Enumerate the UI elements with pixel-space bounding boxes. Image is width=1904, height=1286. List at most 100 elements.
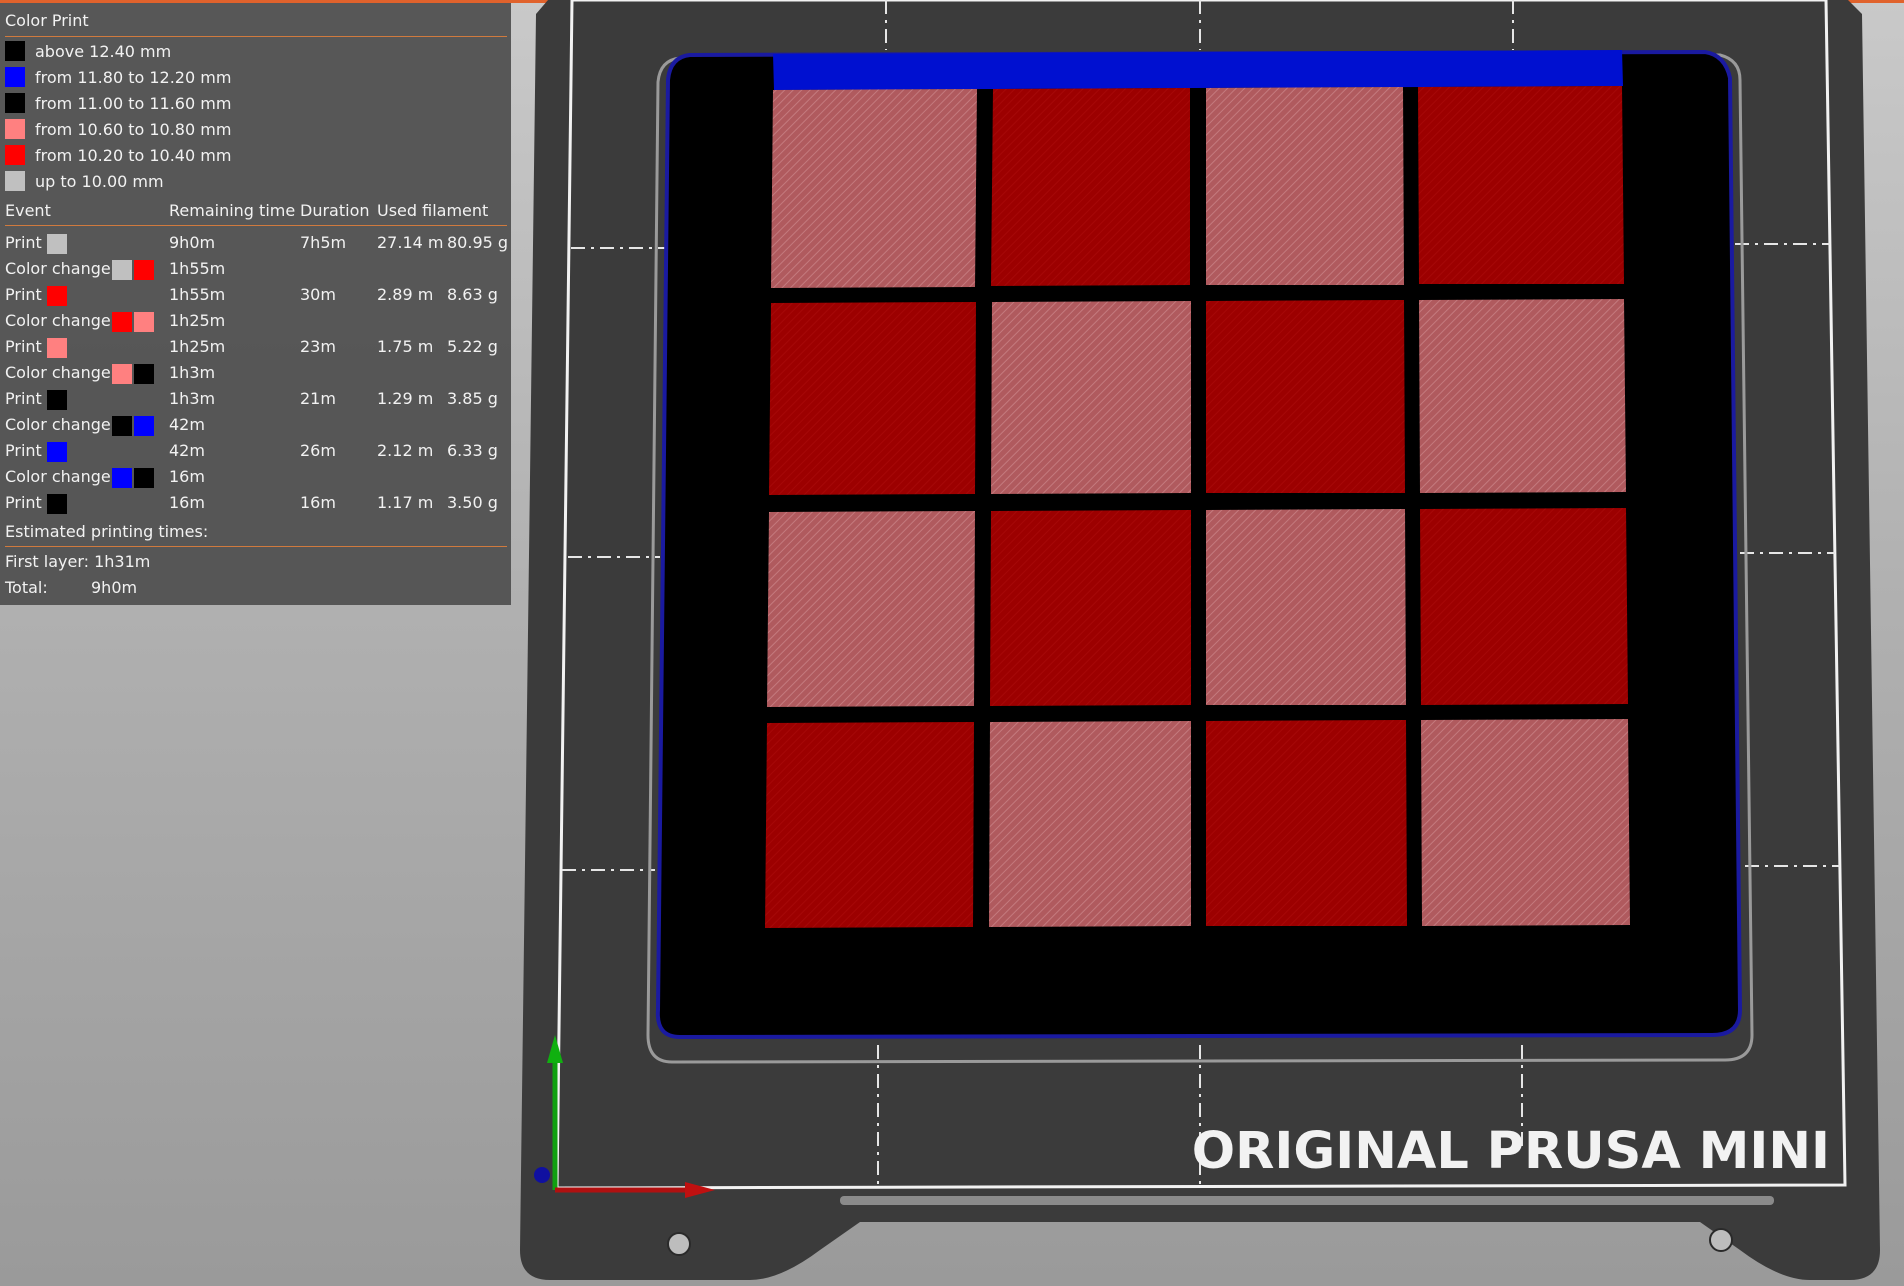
event-meters: 1.17 m bbox=[377, 493, 434, 512]
event-row: Print 9h0m 7h5m 27.14 m 80.95 g bbox=[0, 231, 511, 257]
event-color-swatch bbox=[47, 442, 67, 462]
legend-item: up to 10.00 mm bbox=[5, 169, 164, 193]
event-meters: 1.75 m bbox=[377, 337, 434, 356]
tile bbox=[989, 721, 1191, 927]
legend-item: from 10.60 to 10.80 mm bbox=[5, 117, 231, 141]
event-duration: 16m bbox=[300, 493, 336, 512]
event-remaining: 1h3m bbox=[169, 389, 216, 408]
event-color-swatch bbox=[134, 364, 154, 384]
estimated-times-title: Estimated printing times: bbox=[5, 522, 209, 541]
event-color-swatch bbox=[47, 338, 67, 358]
tile bbox=[1206, 720, 1407, 926]
event-remaining: 42m bbox=[169, 441, 205, 460]
bed-rail bbox=[840, 1196, 1774, 1205]
event-color-swatch bbox=[112, 312, 132, 332]
tile bbox=[1206, 87, 1404, 285]
event-duration: 26m bbox=[300, 441, 336, 460]
total-time-value: 9h0m bbox=[91, 578, 138, 597]
legend-item: above 12.40 mm bbox=[5, 39, 171, 63]
event-row: Color change 1h3m bbox=[0, 361, 511, 387]
event-row: Print 1h25m 23m 1.75 m 5.22 g bbox=[0, 335, 511, 361]
legend-swatch bbox=[5, 41, 25, 61]
tile bbox=[991, 88, 1190, 286]
event-color-swatch bbox=[47, 234, 67, 254]
event-name: Color change bbox=[5, 311, 111, 330]
legend-item: from 11.00 to 11.60 mm bbox=[5, 91, 231, 115]
event-row: Color change 16m bbox=[0, 465, 511, 491]
event-remaining: 16m bbox=[169, 493, 205, 512]
tile bbox=[769, 302, 976, 495]
event-color-swatch bbox=[134, 416, 154, 436]
event-color-swatch bbox=[112, 468, 132, 488]
event-name: Print bbox=[5, 493, 42, 512]
event-color-swatch bbox=[134, 312, 154, 332]
bed-brand-label: ORIGINAL PRUSA MINI bbox=[1192, 1122, 1830, 1181]
event-name: Color change bbox=[5, 467, 111, 486]
event-row: Print 1h3m 21m 1.29 m 3.85 g bbox=[0, 387, 511, 413]
legend-label: above 12.40 mm bbox=[35, 41, 172, 61]
panel-divider bbox=[5, 36, 507, 37]
event-row: Color change 1h55m bbox=[0, 257, 511, 283]
legend-item: from 10.20 to 10.40 mm bbox=[5, 143, 231, 167]
event-name: Print bbox=[5, 389, 42, 408]
legend-label: from 10.60 to 10.80 mm bbox=[35, 119, 232, 139]
event-row: Print 16m 16m 1.17 m 3.50 g bbox=[0, 491, 511, 517]
event-remaining: 1h25m bbox=[169, 311, 226, 330]
event-name: Color change bbox=[5, 415, 111, 434]
event-remaining: 42m bbox=[169, 415, 205, 434]
tile bbox=[990, 510, 1191, 706]
tile bbox=[771, 89, 977, 288]
legend-swatch bbox=[5, 93, 25, 113]
event-row: Print 42m 26m 2.12 m 6.33 g bbox=[0, 439, 511, 465]
event-grams: 80.95 g bbox=[447, 233, 509, 252]
header-used-filament: Used filament bbox=[377, 201, 489, 220]
total-time-label: Total: bbox=[5, 578, 48, 597]
event-row: Print 1h55m 30m 2.89 m 8.63 g bbox=[0, 283, 511, 309]
color-print-panel: Color Print above 12.40 mm from 11.80 to… bbox=[0, 3, 511, 605]
event-grams: 6.33 g bbox=[447, 441, 498, 460]
tile bbox=[1419, 299, 1626, 493]
tile bbox=[767, 511, 975, 707]
bed-screw-hole bbox=[1709, 1228, 1733, 1252]
panel-divider bbox=[5, 546, 507, 547]
event-name: Color change bbox=[5, 363, 111, 382]
event-meters: 2.89 m bbox=[377, 285, 434, 304]
first-layer-time: First layer: 1h31m bbox=[5, 552, 151, 571]
event-duration: 30m bbox=[300, 285, 336, 304]
event-remaining: 1h25m bbox=[169, 337, 226, 356]
event-color-swatch bbox=[112, 260, 132, 280]
event-name: Print bbox=[5, 285, 42, 304]
panel-divider bbox=[5, 225, 507, 226]
event-color-swatch bbox=[47, 494, 67, 514]
header-remaining-time: Remaining time bbox=[169, 201, 296, 220]
event-color-swatch bbox=[134, 260, 154, 280]
event-color-swatch bbox=[47, 390, 67, 410]
tile bbox=[1206, 509, 1406, 705]
legend-label: up to 10.00 mm bbox=[35, 171, 164, 191]
event-color-swatch bbox=[47, 286, 67, 306]
legend-label: from 11.00 to 11.60 mm bbox=[35, 93, 232, 113]
event-grams: 5.22 g bbox=[447, 337, 498, 356]
legend-label: from 11.80 to 12.20 mm bbox=[35, 67, 232, 87]
event-remaining: 1h55m bbox=[169, 285, 226, 304]
legend-swatch bbox=[5, 171, 25, 191]
event-meters: 27.14 m bbox=[377, 233, 444, 252]
panel-title: Color Print bbox=[5, 11, 89, 30]
tile bbox=[1206, 300, 1405, 493]
legend-swatch bbox=[5, 145, 25, 165]
event-remaining: 16m bbox=[169, 467, 205, 486]
event-name: Print bbox=[5, 441, 42, 460]
event-grams: 3.85 g bbox=[447, 389, 498, 408]
tile bbox=[765, 722, 974, 928]
tile bbox=[1420, 508, 1628, 705]
event-grams: 3.50 g bbox=[447, 493, 498, 512]
event-remaining: 9h0m bbox=[169, 233, 216, 252]
legend-swatch bbox=[5, 119, 25, 139]
legend-label: from 10.20 to 10.40 mm bbox=[35, 145, 232, 165]
bed-screw-hole bbox=[667, 1232, 691, 1256]
event-meters: 1.29 m bbox=[377, 389, 434, 408]
event-remaining: 1h3m bbox=[169, 363, 216, 382]
header-duration: Duration bbox=[300, 201, 370, 220]
tile bbox=[1418, 86, 1624, 284]
printed-object-top-layer bbox=[773, 50, 1623, 90]
